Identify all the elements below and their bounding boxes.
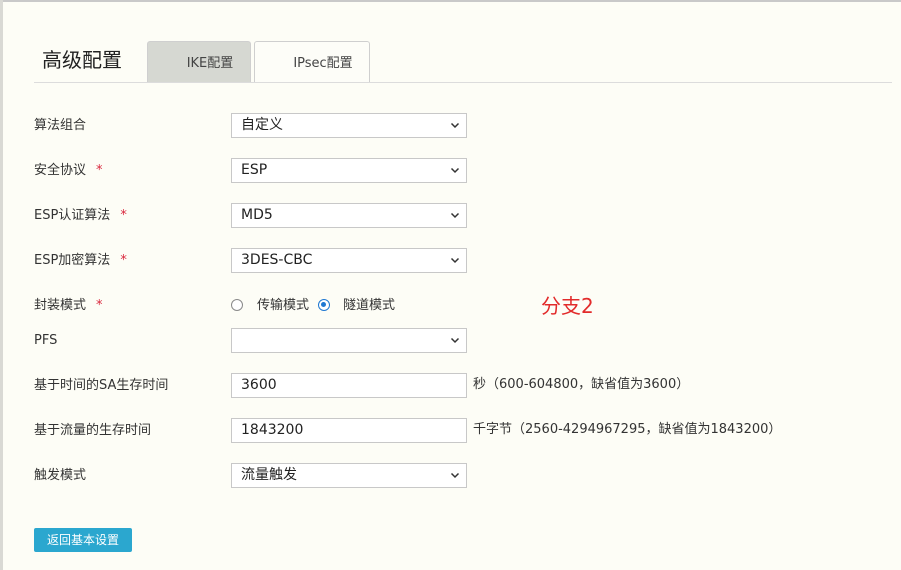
- chevron-down-icon: [450, 167, 460, 174]
- traffic-lifetime-text-input[interactable]: [241, 419, 461, 442]
- security-protocol-select[interactable]: ESP: [231, 158, 467, 183]
- traffic-lifetime-label: 基于流量的生存时间: [34, 423, 151, 439]
- esp-encrypt-algorithm-select[interactable]: 3DES-CBC: [231, 248, 467, 273]
- algorithm-combo-select[interactable]: 自定义: [231, 113, 467, 138]
- trigger-mode-select[interactable]: 流量触发: [231, 463, 467, 488]
- required-mark: *: [120, 253, 127, 268]
- algorithm-combo-label-text: 算法组合: [34, 118, 87, 133]
- tab-ike-config[interactable]: IKE配置: [147, 41, 251, 82]
- time-sa-lifetime-input[interactable]: [231, 373, 467, 398]
- traffic-lifetime-label-text: 基于流量的生存时间: [34, 423, 152, 438]
- esp-encrypt-algorithm-label: ESP加密算法 *: [34, 253, 127, 269]
- required-mark: *: [96, 298, 103, 313]
- required-mark: *: [96, 163, 103, 178]
- chevron-down-icon: [450, 122, 460, 129]
- back-to-basic-settings-button[interactable]: 返回基本设置: [34, 528, 132, 552]
- security-protocol-label: 安全协议 *: [34, 163, 103, 179]
- trigger-mode-label: 触发模式: [34, 468, 86, 484]
- pfs-select[interactable]: [231, 328, 467, 353]
- chevron-down-icon: [450, 472, 460, 479]
- tab-ipsec-config[interactable]: IPsec配置: [254, 41, 370, 82]
- window-top-edge: [0, 0, 901, 2]
- esp-auth-algorithm-select[interactable]: MD5: [231, 203, 467, 228]
- security-protocol-value: ESP: [241, 162, 268, 178]
- trigger-mode-label-text: 触发模式: [34, 468, 87, 483]
- radio-tunnel-mode[interactable]: [318, 299, 330, 311]
- time-sa-lifetime-hint: 秒（600-604800，缺省值为3600）: [473, 377, 690, 392]
- esp-auth-algorithm-label: ESP认证算法 *: [34, 208, 127, 224]
- esp-encrypt-algorithm-label-text: ESP加密算法: [34, 253, 111, 268]
- esp-auth-algorithm-value: MD5: [241, 207, 273, 223]
- chevron-down-icon: [450, 337, 460, 344]
- page-title: 高级配置: [42, 48, 122, 72]
- time-sa-lifetime-text-input[interactable]: [241, 374, 461, 397]
- traffic-lifetime-hint: 千字节（2560-4294967295，缺省值为1843200）: [473, 422, 782, 437]
- radio-transport-mode-label[interactable]: 传输模式: [257, 298, 309, 314]
- pfs-label-text: PFS: [34, 333, 58, 348]
- traffic-lifetime-input[interactable]: [231, 418, 467, 443]
- algorithm-combo-label: 算法组合: [34, 118, 86, 134]
- time-sa-lifetime-label-text: 基于时间的SA生存时间: [34, 378, 169, 393]
- security-protocol-label-text: 安全协议: [34, 163, 87, 178]
- time-sa-lifetime-label: 基于时间的SA生存时间: [34, 378, 168, 394]
- chevron-down-icon: [450, 257, 460, 264]
- pfs-label: PFS: [34, 333, 57, 349]
- branch-annotation: 分支2: [541, 294, 594, 318]
- radio-tunnel-mode-label[interactable]: 隧道模式: [343, 298, 395, 314]
- esp-auth-algorithm-label-text: ESP认证算法: [34, 208, 111, 223]
- algorithm-combo-value: 自定义: [241, 117, 283, 133]
- radio-transport-mode[interactable]: [231, 299, 243, 311]
- tab-bar-divider: [34, 82, 892, 83]
- window-left-edge: [0, 0, 3, 570]
- trigger-mode-value: 流量触发: [241, 467, 297, 483]
- required-mark: *: [120, 208, 127, 223]
- esp-encrypt-algorithm-value: 3DES-CBC: [241, 252, 313, 268]
- encapsulation-mode-label-text: 封装模式: [34, 298, 87, 313]
- chevron-down-icon: [450, 212, 460, 219]
- encapsulation-mode-label: 封装模式 *: [34, 298, 103, 314]
